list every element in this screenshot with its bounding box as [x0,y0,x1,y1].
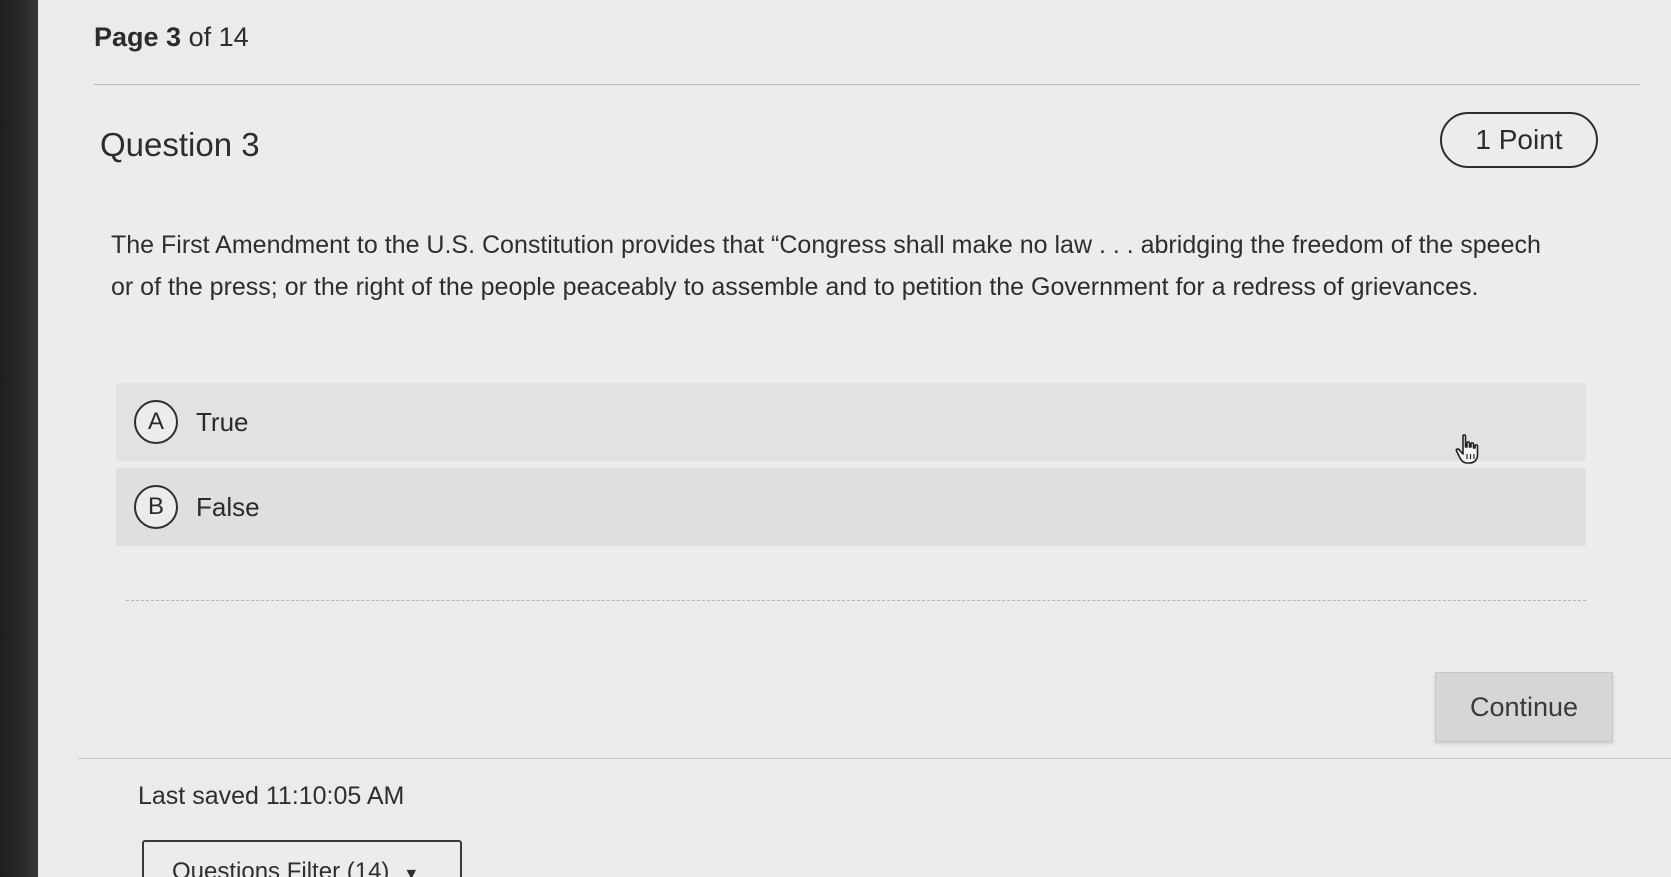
question-title: Question 3 [100,126,260,163]
option-b-label: False [196,491,260,522]
last-saved-status: Last saved 11:10:05 AM [138,782,405,810]
questions-filter-dropdown[interactable]: Questions Filter (14) ▼ [142,840,462,877]
quiz-screen: Page 3 of 14 Question 3 1 Point The Firs… [38,0,1671,877]
page-indicator-current: Page 3 [94,22,182,52]
question-text: The First Amendment to the U.S. Constitu… [111,231,1541,301]
section-divider [126,600,1586,601]
continue-button[interactable]: Continue [1435,672,1613,742]
option-b-letter: B [134,485,178,529]
option-a-letter: A [134,400,178,444]
caret-down-icon: ▼ [403,866,420,877]
page-indicator-total: of 14 [181,22,249,52]
header-divider [94,84,1640,85]
screen-bezel [0,0,38,877]
option-a-label: True [196,406,249,437]
footer-divider [78,758,1671,759]
questions-filter-label: Questions Filter (14) [172,858,390,877]
hand-pointer-icon [1455,434,1479,464]
points-badge: 1 Point [1440,112,1598,168]
option-a[interactable]: A True [116,383,1586,461]
page-indicator: Page 3 of 14 [94,22,249,53]
option-b[interactable]: B False [116,468,1586,546]
